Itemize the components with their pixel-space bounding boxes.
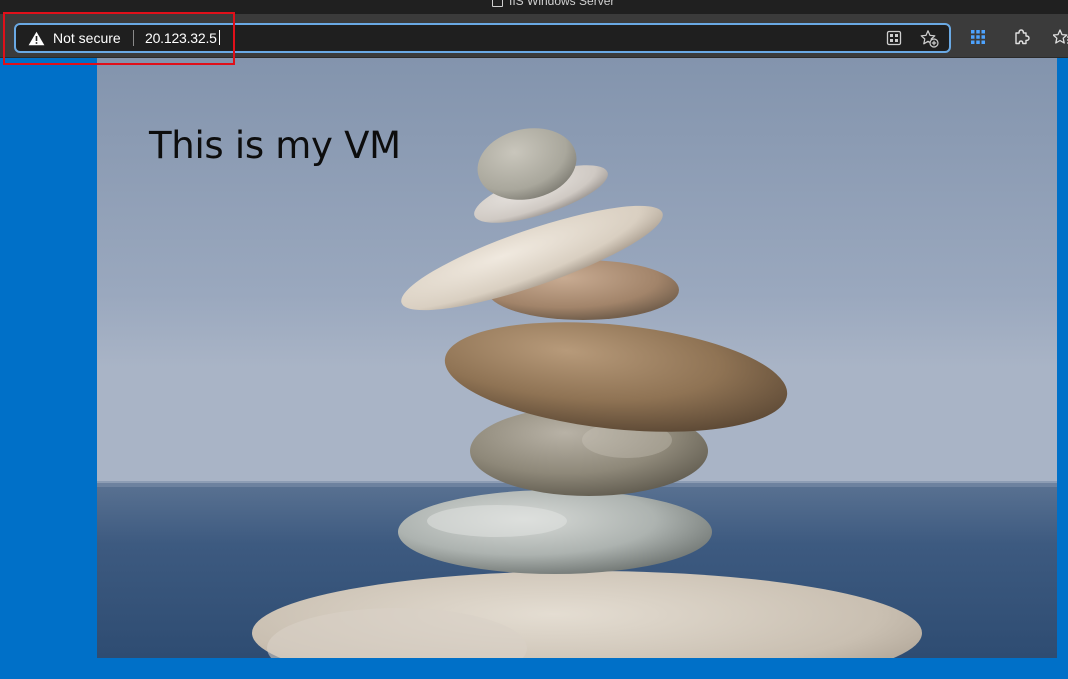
favorite-star-icon[interactable] (919, 28, 939, 48)
browser-toolbar: Not secure 20.123.32.5 (0, 14, 1068, 58)
not-secure-label: Not secure (53, 30, 121, 46)
warning-triangle-icon (28, 31, 45, 45)
window-title-bar: IIS Windows Server (0, 0, 1068, 14)
collections-grid-icon[interactable] (966, 25, 990, 49)
app-available-icon[interactable] (884, 28, 904, 48)
site-security-chip[interactable]: Not secure (28, 25, 121, 51)
address-bar[interactable]: Not secure 20.123.32.5 (14, 23, 951, 53)
extensions-puzzle-icon[interactable] (1010, 25, 1034, 49)
tab-title: IIS Windows Server (509, 0, 615, 8)
favorites-icon[interactable] (1050, 25, 1068, 49)
address-divider (133, 30, 134, 46)
page-viewport: This is my VM (97, 58, 1057, 658)
page-icon (492, 0, 503, 7)
page-title: This is my VM (149, 124, 401, 167)
url-input[interactable]: 20.123.32.5 (145, 25, 220, 51)
tab[interactable]: IIS Windows Server (492, 0, 614, 8)
